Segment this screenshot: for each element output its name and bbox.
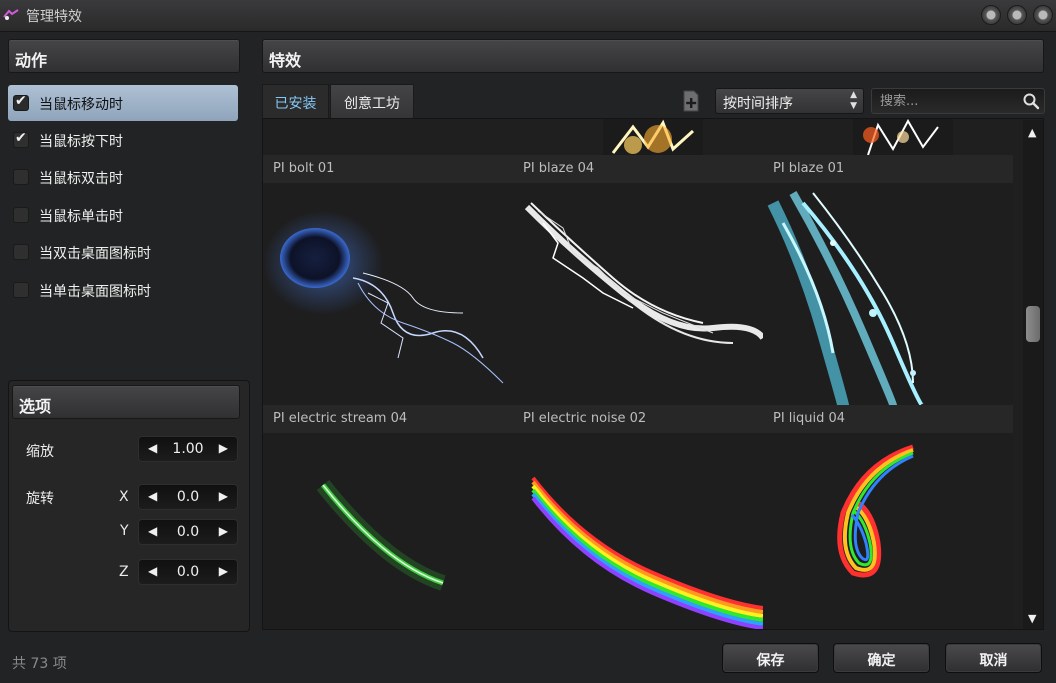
effect-item-name: PI bolt 01 <box>273 161 335 176</box>
action-item-desktop-icon-double-click[interactable]: 当双击桌面图标时 <box>8 234 238 270</box>
effect-item[interactable]: PI blaze 04 <box>513 155 763 405</box>
increase-arrow-icon[interactable]: ▶ <box>219 441 228 455</box>
rotate-y-stepper: ◀ 0.0 ▶ <box>138 519 238 545</box>
effect-preview-electric-noise <box>531 476 763 629</box>
save-button[interactable]: 保存 <box>722 643 819 673</box>
grid-scrollbar[interactable]: ▲ ▼ <box>1023 120 1043 629</box>
effects-grid: PI bolt 01 PI blaze 04 PI blaze 01 PI el… <box>262 118 1044 630</box>
ok-button[interactable]: 确定 <box>833 643 930 673</box>
search-icon[interactable] <box>1022 92 1040 110</box>
effect-item[interactable]: PI bolt 01 <box>263 155 513 405</box>
cancel-button[interactable]: 取消 <box>945 643 1042 673</box>
effect-preview-bolt <box>263 211 504 384</box>
decrease-arrow-icon[interactable]: ◀ <box>148 489 157 503</box>
z-label: Z <box>119 564 129 580</box>
sort-select[interactable]: 按时间排序 ▲ ▼ <box>715 88 864 114</box>
scroll-up-arrow-icon[interactable]: ▲ <box>1028 126 1036 139</box>
close-button[interactable] <box>1033 5 1053 25</box>
effect-item-name: PI blaze 04 <box>523 161 595 176</box>
y-label: Y <box>120 523 129 539</box>
checkbox[interactable] <box>13 244 29 260</box>
checkbox[interactable] <box>13 169 29 185</box>
increase-arrow-icon[interactable]: ▶ <box>219 489 228 503</box>
effect-preview-blaze-cyan <box>767 191 925 405</box>
tab-installed[interactable]: 已安装 <box>262 84 329 118</box>
minimize-button[interactable] <box>981 5 1001 25</box>
scale-value[interactable]: 1.00 <box>159 441 217 457</box>
effects-header: 特效 <box>262 39 1044 73</box>
effect-item-name: PI electric stream 04 <box>273 411 408 426</box>
tab-workshop[interactable]: 创意工坊 <box>330 84 414 118</box>
effect-item[interactable]: PI liquid 04 <box>763 405 1013 629</box>
effect-preview-blaze <box>524 202 763 344</box>
effect-item-name: PI electric noise 02 <box>523 411 647 426</box>
increase-arrow-icon[interactable]: ▶ <box>219 564 228 578</box>
sort-select-value: 按时间排序 <box>723 96 793 112</box>
scroll-down-arrow-icon[interactable]: ▼ <box>1028 612 1036 625</box>
action-item-label: 当鼠标移动时 <box>39 97 123 113</box>
action-item-mouse-click[interactable]: 当鼠标单击时 <box>8 197 238 233</box>
action-item-label: 当鼠标按下时 <box>39 134 123 150</box>
effect-item-label-bar: PI bolt 01 <box>263 155 513 183</box>
effect-preview-electric-stream <box>316 480 446 591</box>
action-item-mouse-move[interactable]: ✔ 当鼠标移动时 <box>8 85 238 121</box>
x-label: X <box>119 489 129 505</box>
effect-item-label-bar: PI blaze 01 <box>763 155 1013 183</box>
effect-preview-liquid <box>837 444 914 578</box>
actions-header: 动作 <box>8 39 240 73</box>
action-item-label: 当鼠标单击时 <box>39 209 123 225</box>
action-item-label: 当单击桌面图标时 <box>39 284 151 300</box>
decrease-arrow-icon[interactable]: ◀ <box>148 441 157 455</box>
increase-arrow-icon[interactable]: ▶ <box>219 524 228 538</box>
decrease-arrow-icon[interactable]: ◀ <box>148 564 157 578</box>
effect-item[interactable]: PI electric stream 04 <box>263 405 513 629</box>
scroll-thumb[interactable] <box>1026 306 1040 342</box>
effect-item-name: PI blaze 01 <box>773 161 845 176</box>
scale-stepper: ◀ 1.00 ▶ <box>138 436 238 462</box>
check-icon: ✔ <box>15 93 27 109</box>
checkbox[interactable] <box>13 207 29 223</box>
scale-label: 缩放 <box>26 444 54 460</box>
decrease-arrow-icon[interactable]: ◀ <box>148 524 157 538</box>
rotate-x-stepper: ◀ 0.0 ▶ <box>138 484 238 510</box>
action-item-mouse-double-click[interactable]: 当鼠标双击时 <box>8 159 238 195</box>
effect-item-name: PI liquid 04 <box>773 411 846 426</box>
search-input[interactable] <box>880 92 1020 110</box>
rotate-z-stepper: ◀ 0.0 ▶ <box>138 559 238 585</box>
select-arrows-icon: ▲ ▼ <box>850 90 857 111</box>
action-item-label: 当双击桌面图标时 <box>39 246 151 262</box>
effect-item[interactable]: PI blaze 01 <box>763 155 1013 405</box>
add-file-icon[interactable] <box>682 90 700 112</box>
app-icon <box>3 9 19 20</box>
checkbox[interactable] <box>13 282 29 298</box>
action-item-desktop-icon-click[interactable]: 当单击桌面图标时 <box>8 272 238 308</box>
rotate-x-value[interactable]: 0.0 <box>159 489 217 505</box>
action-item-mouse-down[interactable]: ✔ 当鼠标按下时 <box>8 122 238 158</box>
effect-item-label-bar: PI electric noise 02 <box>513 405 763 433</box>
checkbox[interactable]: ✔ <box>13 93 29 111</box>
effect-item-label-bar: PI blaze 04 <box>513 155 763 183</box>
options-header: 选项 <box>12 385 240 419</box>
rotate-y-value[interactable]: 0.0 <box>159 524 217 540</box>
rotate-z-value[interactable]: 0.0 <box>159 564 217 580</box>
window-title: 管理特效 <box>26 9 82 25</box>
effect-item-label-bar: PI electric stream 04 <box>263 405 513 433</box>
maximize-button[interactable] <box>1007 5 1027 25</box>
effect-item[interactable]: PI electric noise 02 <box>513 405 763 629</box>
grid-top-previews <box>603 119 953 155</box>
effect-item-label-bar: PI liquid 04 <box>763 405 1013 433</box>
check-icon: ✔ <box>15 130 27 146</box>
checkbox[interactable]: ✔ <box>13 130 29 148</box>
action-item-label: 当鼠标双击时 <box>39 171 123 187</box>
title-bar <box>0 0 1056 32</box>
search-box <box>871 88 1045 114</box>
rotate-label: 旋转 <box>26 491 54 507</box>
item-count: 共 73 项 <box>12 656 67 672</box>
